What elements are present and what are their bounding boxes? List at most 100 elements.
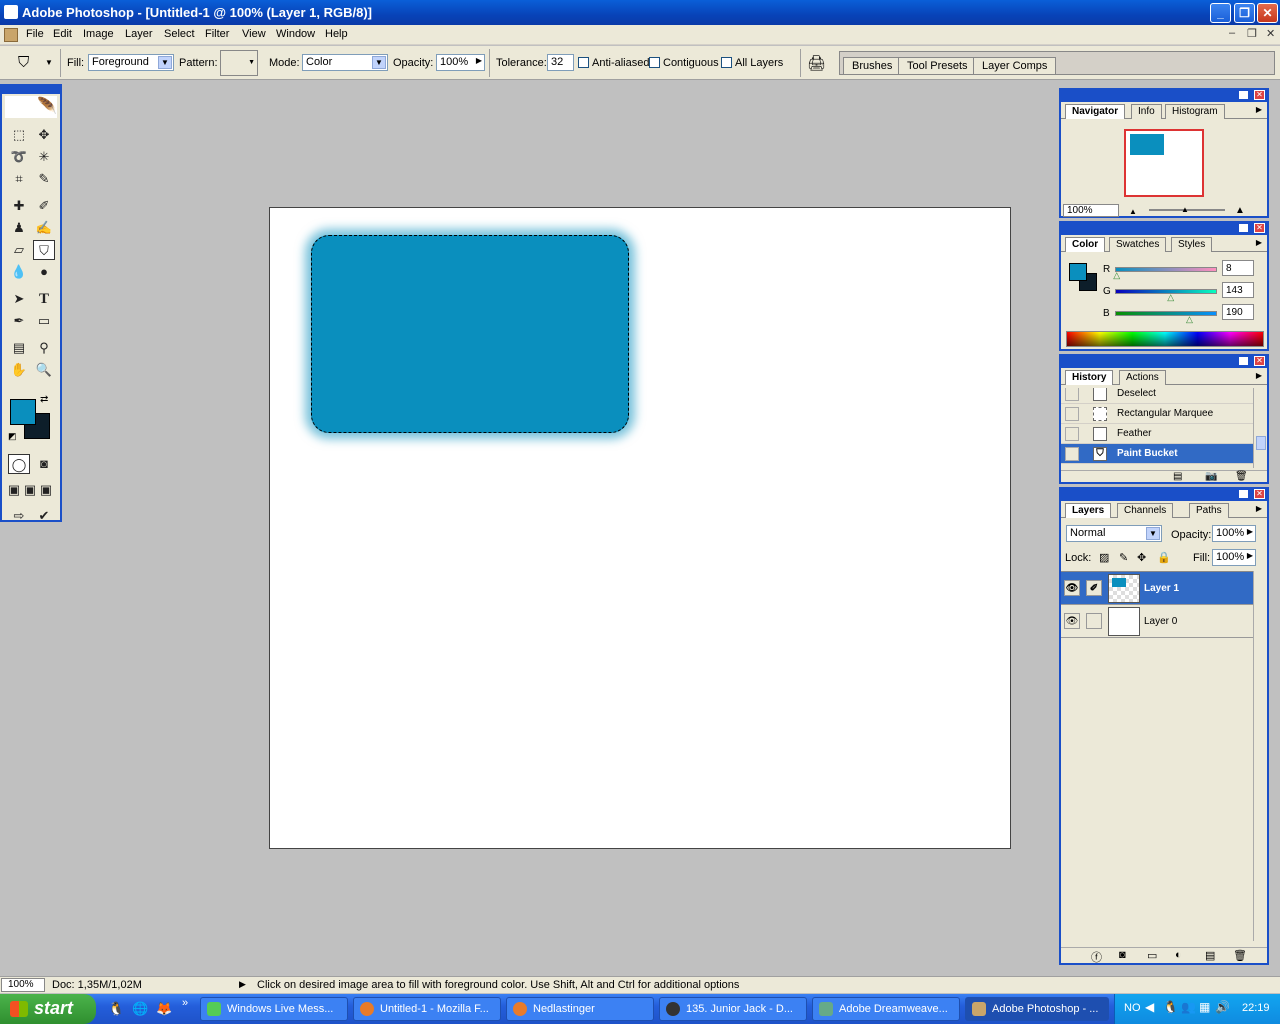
marquee-tool-icon[interactable]: ⬚: [8, 125, 30, 145]
language-indicator[interactable]: NO: [1124, 1002, 1141, 1014]
minimize-icon[interactable]: [1238, 223, 1249, 233]
history-snapshot-box[interactable]: [1065, 388, 1079, 401]
doc-restore-icon[interactable]: ❐: [1247, 27, 1257, 40]
panel-title-bar[interactable]: ✕: [1061, 356, 1267, 368]
task-mozilla-firefox[interactable]: Untitled-1 - Mozilla F...: [353, 997, 501, 1021]
lock-image-icon[interactable]: ✎: [1119, 551, 1128, 564]
tray-expand-icon[interactable]: ◀: [1145, 1000, 1154, 1014]
task-adobe-dreamweaver[interactable]: Adobe Dreamweave...: [812, 997, 960, 1021]
foreground-color-swatch[interactable]: [10, 399, 36, 425]
jump-to-imageready-icon[interactable]: ⇨: [8, 506, 30, 526]
history-item-rectangular-marquee[interactable]: Rectangular Marquee: [1061, 404, 1253, 424]
healing-brush-tool-icon[interactable]: ✚: [8, 196, 30, 216]
new-document-icon[interactable]: ▤: [1173, 471, 1182, 482]
history-item-feather[interactable]: Feather: [1061, 424, 1253, 444]
arrow-right-icon[interactable]: ▶: [476, 56, 482, 65]
path-selection-tool-icon[interactable]: ➤: [8, 289, 30, 309]
fill-select[interactable]: Foreground ▼: [88, 54, 174, 71]
eye-icon[interactable]: 👁: [1064, 580, 1080, 596]
all-layers-checkbox[interactable]: [721, 57, 732, 68]
task-adobe-photoshop[interactable]: Adobe Photoshop - ...: [965, 997, 1109, 1021]
arrow-right-icon[interactable]: ▶: [1247, 527, 1253, 536]
panel-menu-icon[interactable]: ▶: [1254, 105, 1264, 115]
layer-fill-input[interactable]: 100% ▶: [1212, 549, 1256, 566]
eyedropper-tool-icon[interactable]: ⚲: [33, 338, 55, 358]
pen-tool-icon[interactable]: ✒: [8, 311, 30, 331]
task-windows-live-messenger[interactable]: Windows Live Mess...: [200, 997, 348, 1021]
tab-histogram[interactable]: Histogram: [1165, 104, 1225, 119]
panel-menu-icon[interactable]: ▶: [1254, 371, 1264, 381]
zoom-slider-thumb[interactable]: ▲: [1181, 205, 1189, 214]
adjustment-layer-icon[interactable]: ◐: [1175, 949, 1182, 961]
zoom-tool-icon[interactable]: 🔍: [33, 360, 55, 380]
close-icon[interactable]: ✕: [1254, 223, 1265, 233]
document-canvas[interactable]: [269, 207, 1011, 849]
history-snapshot-box[interactable]: [1065, 447, 1079, 461]
tab-paths[interactable]: Paths: [1189, 503, 1229, 518]
windows-flag-tray-icon[interactable]: ▦: [1199, 1000, 1210, 1014]
menu-help[interactable]: Help: [325, 28, 348, 40]
paint-bucket-preset-icon[interactable]: ⛉: [18, 54, 38, 72]
layer-name[interactable]: Layer 0: [1144, 616, 1177, 627]
maximize-button[interactable]: ❐: [1234, 3, 1255, 23]
tab-tool-presets[interactable]: Tool Presets: [898, 57, 977, 74]
tab-styles[interactable]: Styles: [1171, 237, 1213, 252]
red-slider-thumb[interactable]: △: [1113, 270, 1120, 281]
eye-icon[interactable]: 👁: [1064, 613, 1080, 629]
lock-transparency-icon[interactable]: ▨: [1099, 551, 1109, 564]
red-value-input[interactable]: 8: [1222, 260, 1254, 276]
shape-tool-icon[interactable]: ▭: [33, 311, 55, 331]
volume-tray-icon[interactable]: 🔊: [1215, 1000, 1230, 1014]
eraser-tool-icon[interactable]: ▱: [8, 240, 30, 260]
clock[interactable]: 22:19: [1242, 1002, 1270, 1014]
messenger-tray-icon[interactable]: 🐧: [1163, 1000, 1178, 1014]
tab-layer-comps[interactable]: Layer Comps: [973, 57, 1057, 74]
menu-filter[interactable]: Filter: [205, 28, 229, 40]
tab-color[interactable]: Color: [1065, 237, 1106, 252]
slice-tool-icon[interactable]: ✎: [33, 169, 55, 189]
history-snapshot-box[interactable]: [1065, 407, 1079, 421]
hand-tool-icon[interactable]: ✋: [8, 360, 30, 380]
close-button[interactable]: ✕: [1257, 3, 1278, 23]
history-snapshot-box[interactable]: [1065, 427, 1079, 441]
crop-tool-icon[interactable]: ⌗: [8, 169, 30, 189]
swap-colors-icon[interactable]: ⇄: [40, 394, 48, 405]
panel-menu-icon[interactable]: ▶: [1254, 504, 1264, 514]
magic-wand-tool-icon[interactable]: ✳: [33, 147, 55, 167]
menu-image[interactable]: Image: [83, 28, 114, 40]
status-zoom-input[interactable]: 100%: [1, 978, 45, 992]
red-slider[interactable]: [1115, 267, 1217, 272]
history-item-deselect[interactable]: Deselect: [1061, 388, 1253, 404]
menu-window[interactable]: Window: [276, 28, 315, 40]
new-group-icon[interactable]: ▭: [1147, 949, 1157, 962]
panel-title-bar[interactable]: ✕: [1061, 90, 1267, 102]
edit-in-imageready-icon[interactable]: ✔: [33, 506, 55, 526]
quick-mask-mode-icon[interactable]: ◙: [33, 454, 55, 474]
tab-layers[interactable]: Layers: [1065, 503, 1112, 518]
tab-navigator[interactable]: Navigator: [1065, 104, 1126, 119]
doc-close-icon[interactable]: ✕: [1266, 27, 1275, 40]
history-item-paint-bucket[interactable]: ⛉ Paint Bucket: [1061, 444, 1253, 464]
contiguous-checkbox[interactable]: [649, 57, 660, 68]
menu-view[interactable]: View: [242, 28, 266, 40]
new-layer-icon[interactable]: ▤: [1205, 949, 1215, 962]
status-menu-arrow-icon[interactable]: ▶: [239, 979, 246, 990]
layer-opacity-input[interactable]: 100% ▶: [1212, 525, 1256, 542]
close-icon[interactable]: ✕: [1254, 356, 1265, 366]
tolerance-input[interactable]: 32: [547, 54, 574, 71]
history-brush-tool-icon[interactable]: ✍: [33, 218, 55, 238]
blue-slider-thumb[interactable]: △: [1186, 314, 1193, 325]
link-box[interactable]: [1086, 613, 1102, 629]
ie-quicklaunch-icon[interactable]: 🌐: [132, 1001, 148, 1017]
messenger-quicklaunch-icon[interactable]: 🐧: [108, 1001, 124, 1017]
minimize-icon[interactable]: [1238, 356, 1249, 366]
green-value-input[interactable]: 143: [1222, 282, 1254, 298]
close-icon[interactable]: ✕: [1254, 90, 1265, 100]
tab-channels[interactable]: Channels: [1117, 503, 1174, 518]
doc-minimize-icon[interactable]: ‒: [1229, 27, 1235, 39]
blur-tool-icon[interactable]: 💧: [8, 262, 30, 282]
standard-mode-icon[interactable]: ◯: [8, 454, 30, 474]
firefox-quicklaunch-icon[interactable]: 🦊: [156, 1001, 172, 1017]
zoom-in-icon[interactable]: ▲: [1235, 205, 1245, 216]
layer-row-layer-1[interactable]: 👁 ✐ Layer 1: [1061, 572, 1253, 605]
